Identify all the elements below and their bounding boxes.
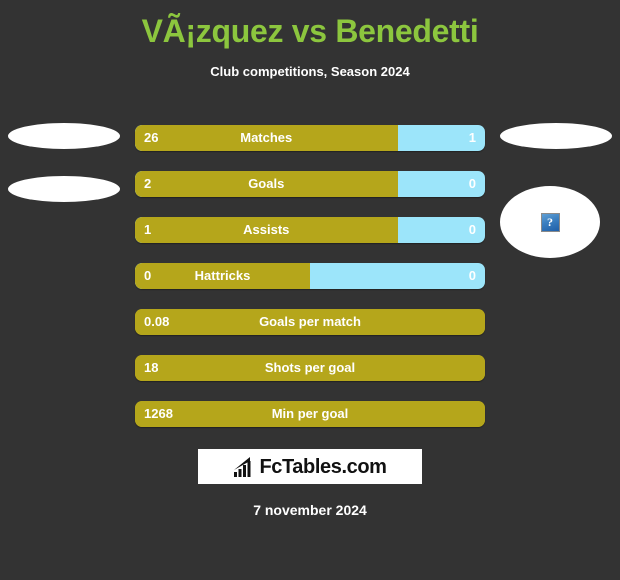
stat-bar-home-value: 0.08 bbox=[144, 314, 170, 329]
stat-bar-label: Shots per goal bbox=[264, 360, 356, 375]
stat-comparison-infographic: VÃ¡zquez vs Benedetti Club competitions,… bbox=[0, 0, 620, 580]
stat-bar-away-value: 0 bbox=[468, 222, 476, 237]
stat-bar-label: Assists bbox=[243, 222, 290, 237]
stat-bar-label: Min per goal bbox=[271, 406, 349, 421]
page-title: VÃ¡zquez vs Benedetti bbox=[141, 13, 479, 49]
left-player-photo-top bbox=[8, 123, 120, 149]
stat-bar-label: Goals per match bbox=[259, 314, 361, 329]
stat-bar-row: 2 0 Goals bbox=[135, 171, 485, 197]
stat-bar-away-value: 0 bbox=[468, 268, 476, 283]
bar-chart-growth-icon bbox=[234, 456, 251, 477]
stat-bar-row: 1 0 Assists bbox=[135, 217, 485, 243]
stat-bar-home-value: 26 bbox=[144, 130, 159, 145]
page-subtitle: Club competitions, Season 2024 bbox=[210, 64, 410, 79]
stat-bar-row: 1268 Min per goal bbox=[135, 401, 485, 427]
stat-bar-row: 0 0 Hattricks bbox=[135, 263, 485, 289]
broken-image-icon: ? bbox=[540, 212, 560, 232]
stat-bar-home-value: 18 bbox=[144, 360, 159, 375]
stat-bar-home-value: 2 bbox=[144, 176, 152, 191]
footer-date: 7 november 2024 bbox=[253, 502, 367, 518]
stat-bar-away-value: 0 bbox=[468, 176, 476, 191]
stat-bar-away-value: 1 bbox=[468, 130, 476, 145]
stat-bar-home-value: 1 bbox=[144, 222, 152, 237]
right-player-photo-bottom: ? bbox=[500, 186, 600, 258]
stat-bar-label: Matches bbox=[240, 130, 293, 145]
stat-bar-home-value: 0 bbox=[144, 268, 152, 283]
stat-bars-list: 26 1 Matches 2 0 Goals 1 0 Assists 0 0 Hattricks 0.0… bbox=[135, 125, 485, 427]
fctables-logo[interactable]: FcTables.com bbox=[198, 449, 422, 484]
right-player-photo-top bbox=[500, 123, 612, 149]
left-player-photo-bottom bbox=[8, 176, 120, 202]
stat-bar-label: Goals bbox=[248, 176, 285, 191]
fctables-logo-text: FcTables.com bbox=[259, 455, 387, 478]
stat-bar-label: Hattricks bbox=[194, 268, 251, 283]
stat-bar-row: 26 1 Matches bbox=[135, 125, 485, 151]
stat-bar-row: 0.08 Goals per match bbox=[135, 309, 485, 335]
stat-bar-row: 18 Shots per goal bbox=[135, 355, 485, 381]
stat-bar-home-value: 1268 bbox=[144, 406, 173, 421]
